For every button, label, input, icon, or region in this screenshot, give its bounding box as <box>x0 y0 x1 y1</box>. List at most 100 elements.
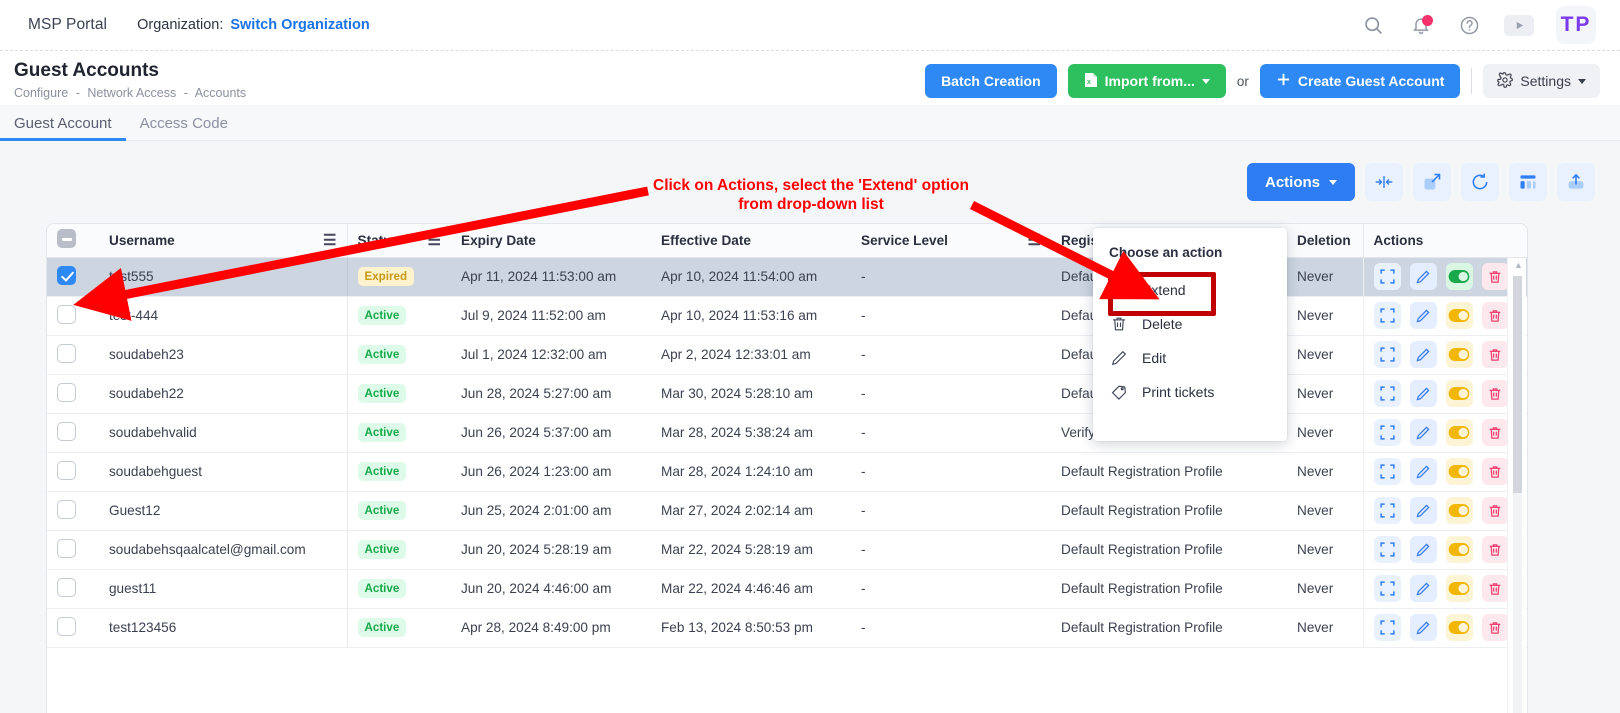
edit-icon[interactable] <box>1410 614 1437 641</box>
avatar[interactable]: TP <box>1556 6 1596 44</box>
expand-icon[interactable] <box>1374 536 1401 563</box>
actions-dropdown-button[interactable]: Actions <box>1247 163 1355 201</box>
delete-icon[interactable] <box>1482 302 1509 329</box>
expand-icon[interactable] <box>1374 380 1401 407</box>
edit-icon[interactable] <box>1410 419 1437 446</box>
toggle-icon[interactable] <box>1446 497 1473 524</box>
expand-icon[interactable] <box>1374 497 1401 524</box>
expand-icon[interactable] <box>1374 419 1401 446</box>
hamburger-icon[interactable]: ☰ <box>317 231 336 249</box>
toggle-icon[interactable] <box>1446 419 1473 446</box>
table-row[interactable]: soudabehguestActiveJun 26, 2024 1:23:00 … <box>47 452 1528 491</box>
delete-icon[interactable] <box>1482 497 1509 524</box>
edit-icon[interactable] <box>1410 497 1437 524</box>
delete-icon[interactable] <box>1482 263 1509 290</box>
toggle-icon[interactable] <box>1446 458 1473 485</box>
refresh-icon[interactable] <box>1461 163 1499 201</box>
tab-guest-account[interactable]: Guest Account <box>0 115 126 140</box>
cell-status: Active <box>347 335 451 374</box>
row-checkbox[interactable] <box>57 500 76 519</box>
toggle-icon[interactable] <box>1446 614 1473 641</box>
switch-organization-link[interactable]: Switch Organization <box>230 17 369 33</box>
search-icon[interactable] <box>1360 12 1386 38</box>
edit-icon[interactable] <box>1410 536 1437 563</box>
hamburger-icon[interactable]: ☰ <box>1022 231 1041 249</box>
collapse-columns-icon[interactable] <box>1365 163 1403 201</box>
toggle-icon[interactable] <box>1446 263 1473 290</box>
table-row[interactable]: Guest12ActiveJun 25, 2024 2:01:00 amMar … <box>47 491 1528 530</box>
row-checkbox[interactable] <box>57 578 76 597</box>
table-row[interactable]: soudabeh23ActiveJul 1, 2024 12:32:00 amA… <box>47 335 1528 374</box>
select-all-checkbox[interactable] <box>57 229 76 248</box>
edit-icon[interactable] <box>1410 341 1437 368</box>
expand-icon[interactable] <box>1374 341 1401 368</box>
table-row[interactable]: test-444ActiveJul 9, 2024 11:52:00 amApr… <box>47 296 1528 335</box>
dropdown-item-delete[interactable]: Delete <box>1093 307 1287 341</box>
dropdown-item-extend[interactable]: Extend <box>1093 272 1287 307</box>
row-checkbox[interactable] <box>57 617 76 636</box>
expand-icon[interactable] <box>1374 575 1401 602</box>
expand-icon[interactable] <box>1374 302 1401 329</box>
hamburger-icon[interactable]: ☰ <box>422 231 441 249</box>
cell-expiry-date: Apr 28, 2024 8:49:00 pm <box>451 608 651 647</box>
batch-creation-button[interactable]: Batch Creation <box>925 64 1057 98</box>
toggle-icon[interactable] <box>1446 380 1473 407</box>
table-row[interactable]: soudabehvalidActiveJun 26, 2024 5:37:00 … <box>47 413 1528 452</box>
edit-icon[interactable] <box>1410 380 1437 407</box>
cell-deletion: Never <box>1287 491 1363 530</box>
delete-icon[interactable] <box>1482 380 1509 407</box>
table-vscrollbar[interactable]: ▲ ▼ ▶ <box>1507 258 1526 713</box>
delete-icon[interactable] <box>1482 575 1509 602</box>
edit-icon[interactable] <box>1410 263 1437 290</box>
toggle-icon[interactable] <box>1446 536 1473 563</box>
edit-icon[interactable] <box>1410 458 1437 485</box>
vscroll-track[interactable] <box>1513 276 1522 713</box>
edit-icon[interactable] <box>1410 575 1437 602</box>
toggle-icon[interactable] <box>1446 302 1473 329</box>
breadcrumb-item-network-access[interactable]: Network Access <box>87 86 176 100</box>
vscroll-thumb[interactable] <box>1513 276 1522 493</box>
delete-icon[interactable] <box>1482 536 1509 563</box>
row-checkbox[interactable] <box>57 305 76 324</box>
table-row[interactable]: soudabehsqaalcatel@gmail.comActiveJun 20… <box>47 530 1528 569</box>
delete-icon[interactable] <box>1482 458 1509 485</box>
expand-icon[interactable] <box>1374 263 1401 290</box>
delete-icon[interactable] <box>1482 341 1509 368</box>
bell-icon[interactable] <box>1408 12 1434 38</box>
import-from-button[interactable]: x Import from... <box>1068 64 1226 98</box>
status-badge: Active <box>358 423 407 442</box>
dropdown-item-print-tickets[interactable]: Print tickets <box>1093 375 1287 409</box>
delete-icon[interactable] <box>1482 614 1509 641</box>
play-icon[interactable] <box>1504 15 1534 36</box>
edit-icon[interactable] <box>1410 302 1437 329</box>
expand-icon[interactable] <box>1374 614 1401 641</box>
help-icon[interactable] <box>1456 12 1482 38</box>
table-row[interactable]: test555ExpiredApr 11, 2024 11:53:00 amAp… <box>47 257 1528 296</box>
settings-button[interactable]: Settings <box>1483 64 1600 98</box>
row-checkbox[interactable] <box>57 383 76 402</box>
expand-icon[interactable] <box>1374 458 1401 485</box>
toggle-icon[interactable] <box>1446 341 1473 368</box>
breadcrumb-item-configure[interactable]: Configure <box>14 86 68 100</box>
cell-expiry-date: Jun 20, 2024 4:46:00 am <box>451 569 651 608</box>
row-checkbox[interactable] <box>57 422 76 441</box>
create-guest-account-button[interactable]: Create Guest Account <box>1260 64 1461 98</box>
table-row[interactable]: test123456ActiveApr 28, 2024 8:49:00 pmF… <box>47 608 1528 647</box>
toggle-icon[interactable] <box>1446 575 1473 602</box>
tab-access-code[interactable]: Access Code <box>126 115 242 140</box>
delete-icon[interactable] <box>1482 419 1509 446</box>
page-header-left: Guest Accounts Configure - Network Acces… <box>14 58 246 100</box>
table-row[interactable]: guest11ActiveJun 20, 2024 4:46:00 amMar … <box>47 569 1528 608</box>
dropdown-item-edit[interactable]: Edit <box>1093 341 1287 375</box>
row-checkbox[interactable] <box>57 344 76 363</box>
breadcrumb-item-accounts[interactable]: Accounts <box>195 86 246 100</box>
row-checkbox[interactable] <box>57 539 76 558</box>
columns-icon[interactable] <box>1509 163 1547 201</box>
fullscreen-icon[interactable] <box>1413 163 1451 201</box>
table-row[interactable]: soudabeh22ActiveJun 28, 2024 5:27:00 amM… <box>47 374 1528 413</box>
notification-dot <box>1422 15 1433 26</box>
scroll-up-arrow[interactable]: ▲ <box>1514 260 1523 270</box>
row-checkbox[interactable] <box>57 461 76 480</box>
row-checkbox[interactable] <box>57 266 76 285</box>
export-icon[interactable] <box>1557 163 1595 201</box>
